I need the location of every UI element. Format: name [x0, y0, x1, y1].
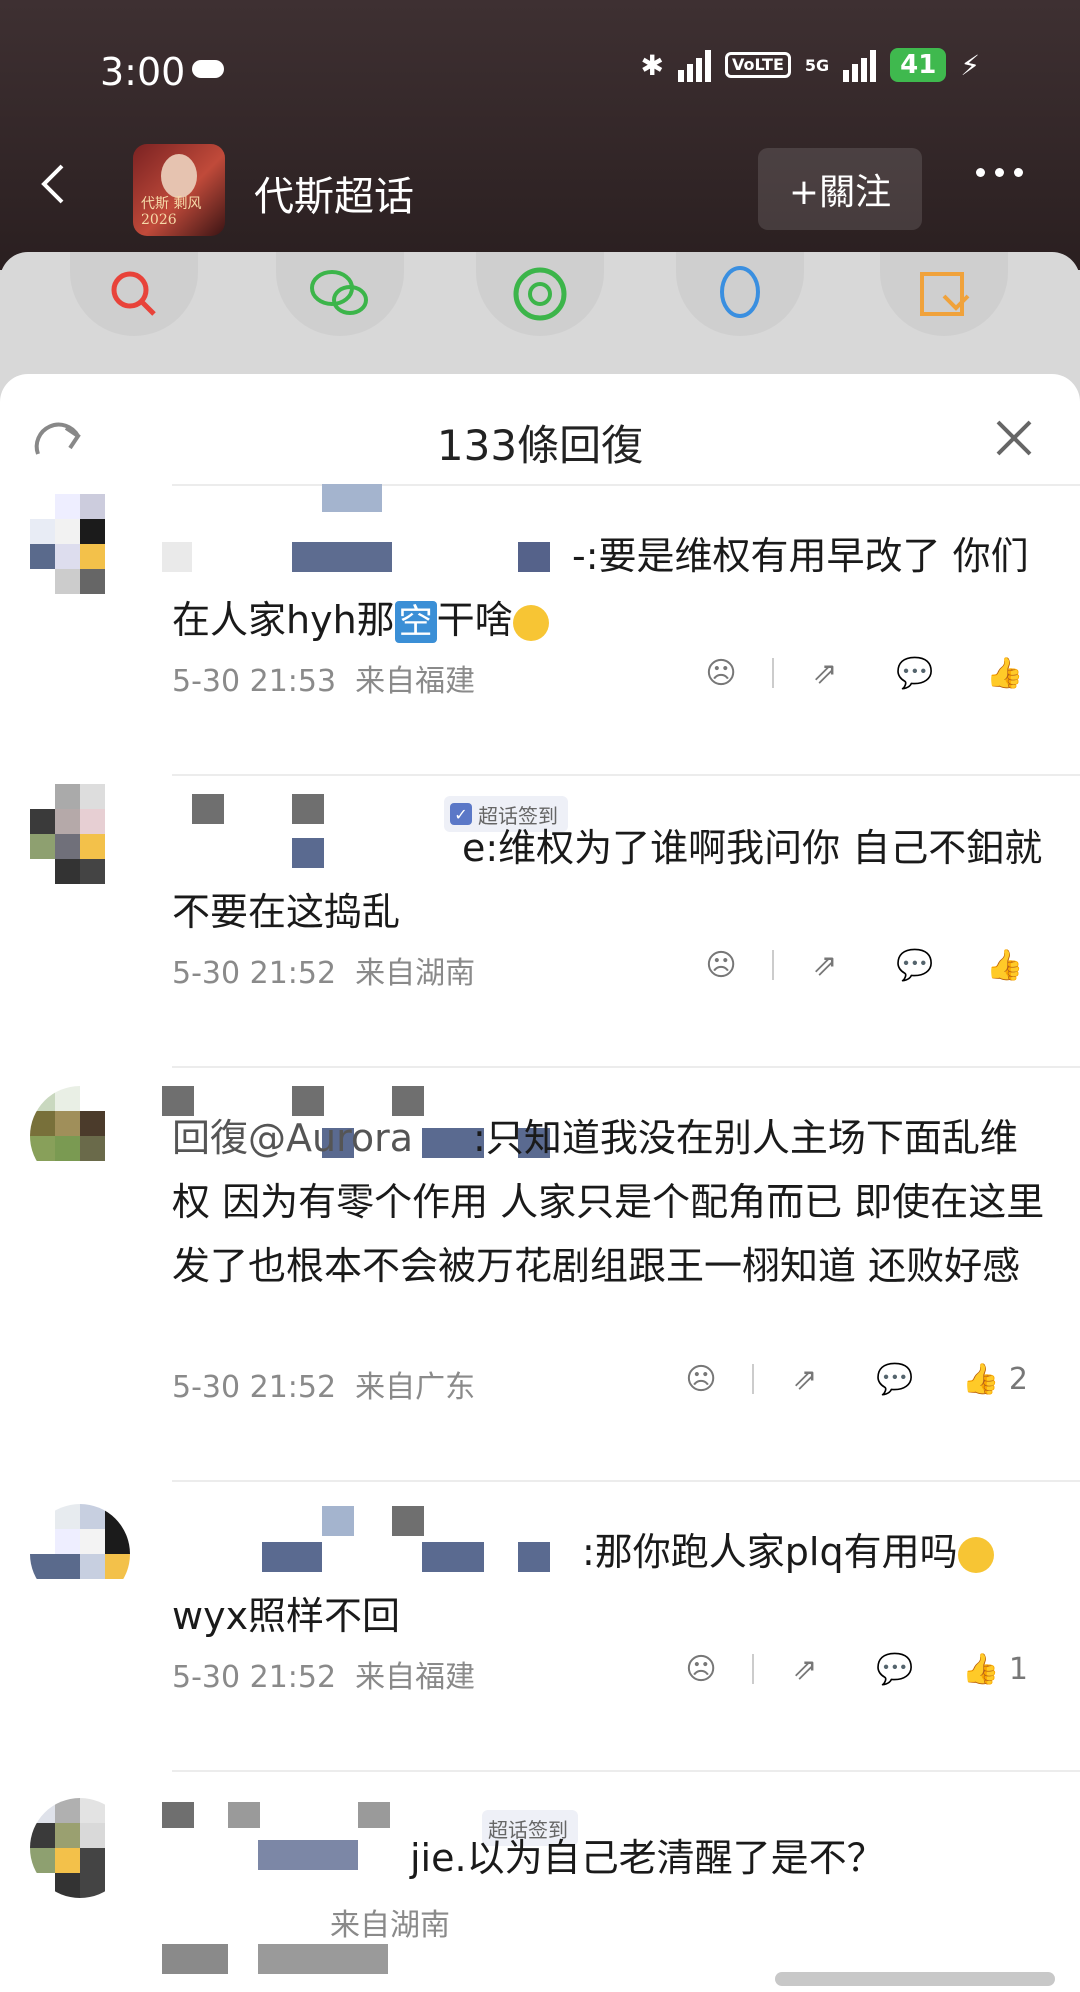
like-count: 1: [1008, 1651, 1028, 1687]
like-icon[interactable]: 👍: [960, 940, 1050, 990]
comment-location: 来自湖南: [330, 1908, 450, 1943]
comment-icon[interactable]: 💬: [850, 1354, 940, 1404]
share-wechat[interactable]: [276, 252, 404, 336]
comment-item: 回復@Aurora:只知道我没在别人主场下面乱维权 因为有零个作用 人家只是个配…: [0, 1066, 1080, 1480]
replies-modal: 133條回復 -:要是维权有用早改了 你们在人家hyh那空干啥 5-30 21:…: [0, 374, 1080, 1992]
comment-item: -:要是维权有用早改了 你们在人家hyh那空干啥 5-30 21:53 来自福建…: [0, 484, 1080, 774]
comment-location: 来自广东: [355, 1370, 476, 1405]
follow-button[interactable]: +關注: [758, 148, 922, 230]
share-moments[interactable]: [476, 252, 604, 336]
reply-prefix: 回復@Aurora: [172, 1116, 414, 1160]
save-image-icon: [920, 272, 970, 316]
comment-time: 5-30 21:52: [172, 956, 337, 991]
avatar[interactable]: [30, 494, 130, 594]
search-icon: [111, 271, 156, 316]
share-qq[interactable]: [676, 252, 804, 336]
share-row: [0, 252, 1080, 392]
comment-text: :那你跑人家plq有用吗 wyx照样不回: [172, 1520, 1052, 1648]
laugh-cry-emoji: [512, 604, 549, 641]
page-title: 代斯超话: [254, 174, 414, 220]
comment-meta: 来自湖南: [330, 1900, 450, 1944]
dislike-icon[interactable]: ☹: [656, 1354, 746, 1404]
comment-icon[interactable]: 💬: [850, 1644, 940, 1694]
comment-icon[interactable]: 💬: [870, 940, 960, 990]
comment-text: -:要是维权有用早改了 你们在人家hyh那空干啥: [172, 534, 1029, 643]
comment-text: jie.以为自己老清醒了是不？: [410, 1836, 885, 1880]
wechat-icon: [310, 270, 368, 315]
dislike-icon[interactable]: ☹: [676, 648, 766, 698]
battery-icon: 41: [890, 48, 947, 82]
comment-text: e:维权为了谁啊我问你 自己不鈤就不要在这捣乱: [172, 826, 1043, 934]
home-indicator[interactable]: [775, 1972, 1055, 1986]
moments-icon: [513, 267, 567, 321]
comment-meta: 5-30 21:52 来自福建: [172, 1652, 475, 1696]
cloud-icon: [192, 60, 224, 78]
comment-actions: ☹ ⇗ 💬 👍 2: [656, 1354, 1050, 1404]
share-save-image[interactable]: [880, 252, 1008, 336]
comment-actions: ☹ ⇗ 💬 👍: [676, 940, 1050, 990]
dislike-icon[interactable]: ☹: [676, 940, 766, 990]
comment-time: 5-30 21:53: [172, 664, 337, 699]
like-button[interactable]: 👍 2: [940, 1354, 1050, 1404]
comment-time: 5-30 21:52: [172, 1660, 337, 1695]
status-icons: ✱ VoLTE 5G 41 ⚡: [641, 48, 980, 82]
modal-title: 133條回復: [436, 421, 644, 470]
topic-avatar[interactable]: 代斯 剩风2026: [133, 144, 225, 236]
comment-meta: 5-30 21:53 来自福建: [172, 656, 475, 700]
comment-location: 来自湖南: [355, 956, 476, 991]
more-icon[interactable]: [976, 168, 1023, 177]
qq-icon: [720, 266, 760, 318]
share-search[interactable]: [70, 252, 198, 336]
comment-meta: 5-30 21:52 来自湖南: [172, 948, 475, 992]
comment-location: 来自福建: [355, 1660, 476, 1695]
back-icon[interactable]: [30, 160, 78, 208]
avatar[interactable]: [30, 1504, 130, 1604]
like-icon[interactable]: 👍: [960, 648, 1050, 698]
comment-item: 超话签到 jie.以为自己老清醒了是不？ 来自湖南: [0, 1770, 1080, 1992]
like-icon: 👍: [962, 1361, 1000, 1397]
topic-avatar-text: 代斯 剩风2026: [141, 196, 202, 228]
volte-icon: VoLTE: [724, 52, 791, 78]
comment-item: :那你跑人家plq有用吗 wyx照样不回 5-30 21:52 来自福建 ☹ ⇗ …: [0, 1480, 1080, 1770]
comment-item: ✓ 超话签到 e:维权为了谁啊我问你 自己不鈤就不要在这捣乱 5-30 21:52…: [0, 774, 1080, 1066]
comment-actions: ☹ ⇗ 💬 👍: [676, 648, 1050, 698]
comment-text: 回復@Aurora:只知道我没在别人主场下面乱维权 因为有零个作用 人家只是个配…: [172, 1116, 1045, 1288]
laugh-cry-emoji: [957, 1536, 994, 1573]
dislike-icon[interactable]: ☹: [656, 1644, 746, 1694]
signal-2-icon: [843, 48, 877, 82]
like-button[interactable]: 👍 1: [940, 1644, 1050, 1694]
avatar[interactable]: [30, 1086, 130, 1186]
comment-icon[interactable]: 💬: [870, 648, 960, 698]
avatar[interactable]: [30, 1798, 130, 1898]
repost-icon[interactable]: ⇗: [780, 648, 870, 698]
status-time: 3:00: [100, 50, 186, 94]
top-header: 3:00 ✱ VoLTE 5G 41 ⚡ 代斯 剩风2026 代斯超话 +關注: [0, 0, 1080, 270]
network-label: 5G: [804, 55, 830, 75]
repost-icon[interactable]: ⇗: [760, 1354, 850, 1404]
signal-1-icon: [677, 48, 711, 82]
avatar[interactable]: [30, 784, 130, 884]
repost-icon[interactable]: ⇗: [760, 1644, 850, 1694]
comment-actions: ☹ ⇗ 💬 👍 1: [656, 1644, 1050, 1694]
status-bar: 3:00 ✱ VoLTE 5G 41 ⚡: [0, 0, 1080, 140]
bluetooth-icon: ✱: [640, 48, 664, 82]
repost-icon[interactable]: ⇗: [780, 940, 870, 990]
comment-meta: 5-30 21:52 来自广东: [172, 1362, 475, 1406]
kong-emoji: 空: [394, 601, 437, 643]
like-count: 2: [1008, 1361, 1028, 1397]
charging-icon: ⚡: [960, 48, 980, 82]
comment-time: 5-30 21:52: [172, 1370, 337, 1405]
like-icon: 👍: [962, 1651, 1000, 1687]
comment-location: 来自福建: [355, 664, 476, 699]
close-icon[interactable]: [990, 414, 1038, 462]
